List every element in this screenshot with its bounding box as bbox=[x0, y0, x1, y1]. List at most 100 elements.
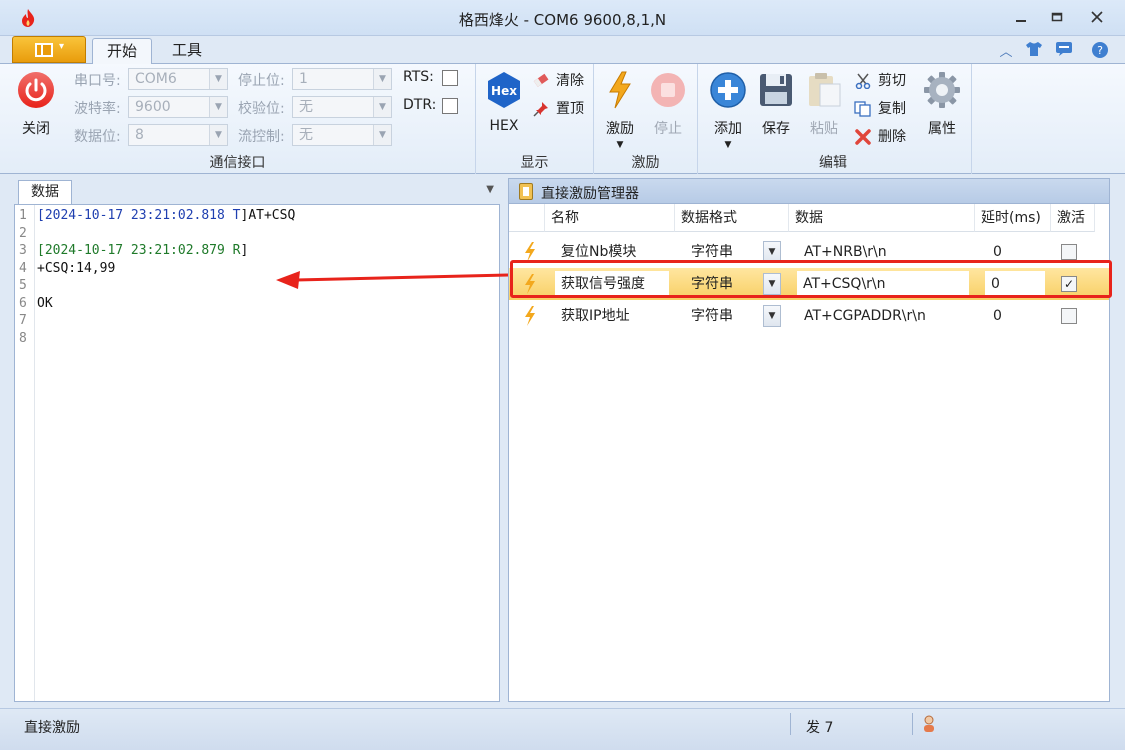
power-icon bbox=[18, 72, 54, 108]
lightning-icon bbox=[525, 242, 535, 262]
properties-button[interactable]: 属性 bbox=[918, 70, 966, 138]
chat-icon[interactable] bbox=[1054, 41, 1074, 59]
port-value: COM6 bbox=[135, 71, 177, 87]
chevron-down-icon: ▼ bbox=[209, 97, 227, 117]
tab-home[interactable]: 开始 bbox=[92, 38, 153, 65]
stimulus-data-cell[interactable]: AT+CGPADDR\r\n bbox=[804, 300, 969, 332]
display-group: Hex HEX 清除 置顶 显示 bbox=[476, 64, 594, 174]
status-separator bbox=[912, 713, 913, 735]
comm-group-label: 通信接口 bbox=[209, 155, 266, 171]
app-menu-button[interactable]: ▾ bbox=[12, 36, 86, 63]
status-separator bbox=[790, 713, 791, 735]
status-bar: 直接激励 发 7 bbox=[0, 708, 1125, 750]
restore-icon bbox=[1051, 12, 1063, 22]
close-icon bbox=[1091, 11, 1103, 23]
add-label: 添加 bbox=[714, 121, 742, 137]
dtr-checkbox[interactable] bbox=[442, 98, 458, 114]
baud-value: 9600 bbox=[135, 99, 171, 115]
grid-header-delay[interactable]: 延时(ms) bbox=[975, 204, 1051, 232]
active-checkbox[interactable] bbox=[1061, 308, 1077, 324]
stimulus-button[interactable]: 激励 ▼ bbox=[596, 70, 644, 150]
baud-select[interactable]: 9600 ▼ bbox=[128, 96, 228, 118]
line-number: 2 bbox=[19, 225, 27, 241]
svg-text:?: ? bbox=[1097, 44, 1103, 57]
line-number: 3 bbox=[19, 243, 27, 258]
stimulus-name-cell[interactable]: 获取IP地址 bbox=[561, 300, 669, 332]
copy-icon bbox=[854, 101, 871, 117]
tab-data[interactable]: 数据 bbox=[18, 180, 72, 204]
grid-header-data[interactable]: 数据 bbox=[789, 204, 975, 232]
scissors-icon bbox=[855, 73, 871, 89]
stimulus-label: 激励 bbox=[606, 121, 634, 137]
grid-header-icon bbox=[509, 204, 545, 232]
chevron-down-icon: ▼ bbox=[373, 125, 391, 145]
stopbits-value: 1 bbox=[299, 71, 308, 87]
tab-tools[interactable]: 工具 bbox=[158, 38, 216, 64]
restore-button[interactable] bbox=[1044, 8, 1070, 30]
stimulus-format-cell[interactable]: 字符串 bbox=[691, 300, 761, 332]
close-port-button[interactable]: 关闭 bbox=[12, 70, 60, 138]
cut-label: 剪切 bbox=[878, 73, 906, 89]
grid-header-format[interactable]: 数据格式 bbox=[675, 204, 789, 232]
pin-top-label: 置顶 bbox=[556, 101, 584, 117]
close-port-label: 关闭 bbox=[22, 121, 50, 137]
skin-shirt-icon[interactable] bbox=[1024, 41, 1044, 59]
cut-button[interactable]: 剪切 bbox=[852, 70, 906, 92]
databits-label: 数据位: bbox=[74, 129, 121, 145]
collapse-ribbon-icon[interactable]: ︿ bbox=[996, 41, 1016, 60]
line-number: 1 bbox=[19, 208, 27, 223]
stop-button[interactable]: 停止 bbox=[644, 70, 692, 138]
chevron-down-icon: ▼ bbox=[209, 69, 227, 89]
hex-button[interactable]: Hex HEX bbox=[480, 70, 528, 134]
rts-checkbox[interactable] bbox=[442, 70, 458, 86]
chevron-down-icon: ▼ bbox=[724, 140, 732, 150]
stop-label: 停止 bbox=[654, 121, 682, 137]
port-label: 串口号: bbox=[74, 73, 121, 89]
line-number: 4 bbox=[19, 260, 27, 276]
chevron-down-icon[interactable]: ▼ bbox=[763, 305, 781, 327]
pin-top-button[interactable]: 置顶 bbox=[530, 98, 584, 120]
chevron-down-icon[interactable]: ▼ bbox=[486, 184, 494, 195]
edit-group-label: 编辑 bbox=[819, 155, 847, 171]
delete-button[interactable]: 删除 bbox=[852, 126, 906, 148]
rts-label: RTS: bbox=[403, 69, 434, 85]
copy-button[interactable]: 复制 bbox=[852, 98, 906, 120]
baud-label: 波特率: bbox=[74, 101, 121, 117]
stimulus-manager-title: 直接激励管理器 bbox=[541, 186, 639, 202]
grid-header-name[interactable]: 名称 bbox=[545, 204, 675, 232]
log-segment: ]AT+CSQ bbox=[240, 208, 296, 223]
add-button[interactable]: 添加 ▼ bbox=[704, 70, 752, 150]
databits-select[interactable]: 8 ▼ bbox=[128, 124, 228, 146]
line-number: 5 bbox=[19, 278, 27, 293]
highlight-box-annotation bbox=[510, 260, 1112, 298]
parity-select[interactable]: 无 ▼ bbox=[292, 96, 392, 118]
chevron-down-icon: ▼ bbox=[373, 69, 391, 89]
stimulus-row[interactable]: 获取IP地址 字符串 ▼ AT+CGPADDR\r\n 0 bbox=[509, 300, 1109, 332]
save-button[interactable]: 保存 bbox=[752, 70, 800, 138]
grid-header-active[interactable]: 激活 bbox=[1051, 204, 1095, 232]
minimize-icon bbox=[1016, 20, 1026, 22]
chevron-down-icon: ▾ bbox=[59, 41, 65, 52]
hex-icon: Hex bbox=[488, 72, 520, 108]
paste-button[interactable]: 粘贴 bbox=[800, 70, 848, 138]
port-select[interactable]: COM6 ▼ bbox=[128, 68, 228, 90]
log-segment: [2024-10-17 23:21:02.879 R bbox=[37, 243, 241, 258]
lightning-icon bbox=[525, 306, 535, 326]
close-window-button[interactable] bbox=[1084, 8, 1110, 30]
stimulus-delay-cell[interactable]: 0 bbox=[993, 300, 1043, 332]
chevron-down-icon: ▼ bbox=[209, 125, 227, 145]
status-mode: 直接激励 bbox=[24, 720, 80, 736]
log-line: [2024-10-17 23:21:02.818 T]AT+CSQ bbox=[37, 208, 295, 223]
flow-select[interactable]: 无 ▼ bbox=[292, 124, 392, 146]
active-checkbox[interactable] bbox=[1061, 244, 1077, 260]
hex-label: HEX bbox=[489, 118, 519, 134]
stopbits-label: 停止位: bbox=[238, 73, 285, 89]
line-number: 6 bbox=[19, 295, 27, 311]
delete-x-icon bbox=[855, 129, 871, 145]
pin-icon bbox=[533, 102, 548, 117]
clear-button[interactable]: 清除 bbox=[530, 70, 584, 92]
stopbits-select[interactable]: 1 ▼ bbox=[292, 68, 392, 90]
save-label: 保存 bbox=[762, 121, 790, 137]
help-icon[interactable]: ? bbox=[1090, 41, 1110, 59]
minimize-button[interactable] bbox=[1008, 8, 1034, 30]
